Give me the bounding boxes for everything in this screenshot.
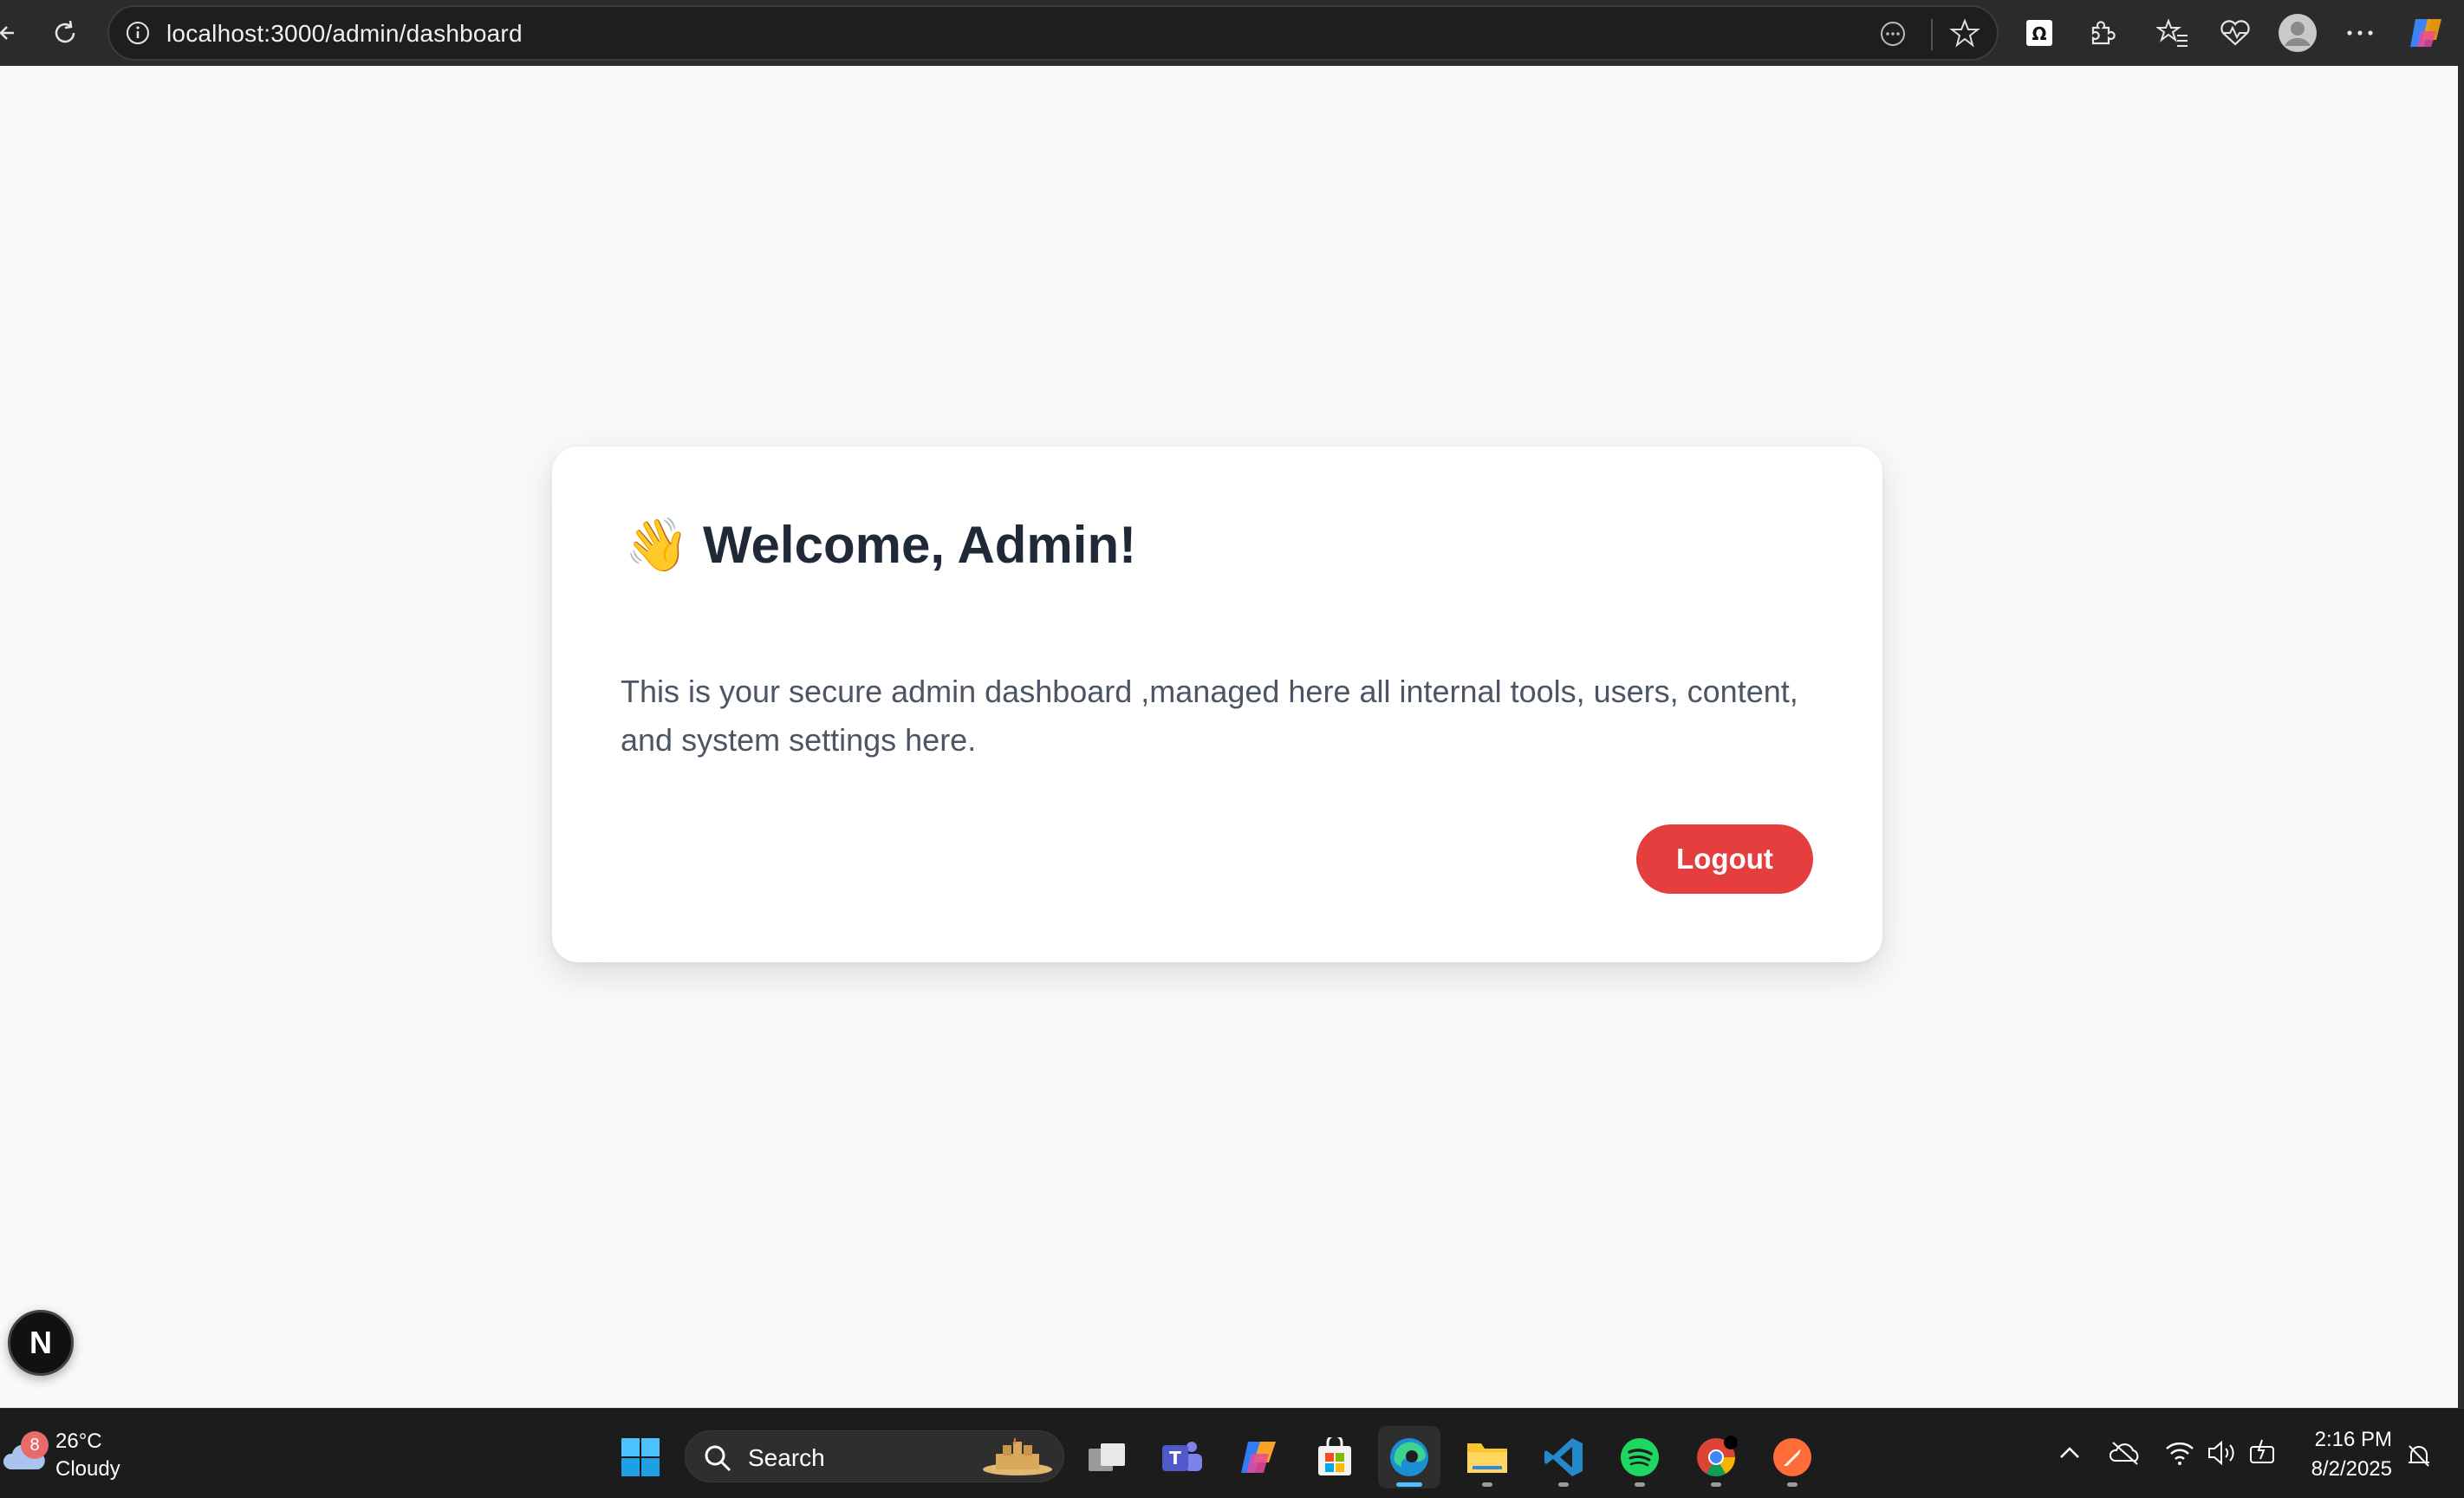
back-icon[interactable] bbox=[0, 11, 31, 55]
welcome-card: 👋 Welcome, Admin! This is your secure ad… bbox=[552, 446, 1882, 962]
running-indicator bbox=[1787, 1482, 1798, 1487]
search-icon bbox=[705, 1445, 731, 1472]
browser-toolbar: localhost:3000/admin/dashboard Ω bbox=[0, 0, 2464, 66]
logout-button[interactable]: Logout bbox=[1636, 824, 1813, 894]
running-indicator bbox=[1711, 1482, 1721, 1487]
favorites-icon[interactable] bbox=[2151, 11, 2194, 55]
window-edge bbox=[2458, 66, 2464, 1408]
volume-icon[interactable] bbox=[2207, 1440, 2238, 1466]
teams-app-icon[interactable]: T bbox=[1151, 1426, 1213, 1488]
nextjs-dev-indicator[interactable]: N bbox=[8, 1310, 74, 1376]
svg-text:T: T bbox=[1169, 1448, 1181, 1469]
vscode-app-icon[interactable] bbox=[1532, 1426, 1595, 1488]
url-text[interactable]: localhost:3000/admin/dashboard bbox=[166, 20, 523, 48]
taskbar: 8 26°C Cloudy Search T 2:16 PM 8/2/2025 bbox=[0, 1408, 2464, 1498]
start-button[interactable] bbox=[609, 1426, 672, 1488]
onedrive-offline-icon[interactable] bbox=[2110, 1440, 2141, 1466]
edge-app-icon[interactable] bbox=[1378, 1426, 1440, 1488]
file-explorer-app-icon[interactable] bbox=[1456, 1426, 1518, 1488]
extensions-icon[interactable] bbox=[2080, 11, 2123, 55]
weather-widget[interactable]: 8 26°C Cloudy bbox=[0, 1430, 130, 1482]
address-bar[interactable]: localhost:3000/admin/dashboard bbox=[107, 5, 1999, 61]
page-title: Welcome, Admin! bbox=[703, 515, 1137, 574]
running-indicator bbox=[1558, 1482, 1569, 1487]
more-icon[interactable] bbox=[2338, 11, 2382, 55]
weather-alert-badge: 8 bbox=[21, 1431, 49, 1459]
favorite-star-icon[interactable] bbox=[1948, 16, 1981, 49]
sandcastle-icon bbox=[983, 1438, 1052, 1475]
card-header: 👋 Welcome, Admin! bbox=[621, 509, 1136, 580]
wifi-icon[interactable] bbox=[2165, 1440, 2194, 1466]
active-indicator bbox=[1396, 1482, 1422, 1487]
address-divider bbox=[1931, 19, 1933, 50]
spotify-app-icon[interactable] bbox=[1609, 1426, 1671, 1488]
running-indicator bbox=[1482, 1482, 1492, 1487]
weather-temperature: 26°C bbox=[55, 1430, 102, 1453]
clock-time[interactable]: 2:16 PM bbox=[2305, 1428, 2392, 1452]
weather-condition: Cloudy bbox=[55, 1457, 120, 1481]
running-indicator bbox=[1635, 1482, 1645, 1487]
chevron-up-icon[interactable] bbox=[2058, 1445, 2081, 1461]
search-label: Search bbox=[748, 1444, 825, 1471]
profile-icon[interactable] bbox=[2276, 11, 2319, 55]
task-view-button[interactable] bbox=[1076, 1426, 1139, 1488]
extension-omega-icon[interactable]: Ω bbox=[2018, 11, 2061, 55]
waving-hand-icon: 👋 bbox=[624, 515, 690, 574]
store-app-icon[interactable] bbox=[1304, 1426, 1366, 1488]
dashboard-description: This is your secure admin dashboard ,man… bbox=[621, 674, 1798, 758]
notification-bell-icon[interactable] bbox=[2406, 1443, 2432, 1469]
copilot-app-icon[interactable] bbox=[1227, 1426, 1290, 1488]
svg-text:Ω: Ω bbox=[2032, 23, 2046, 44]
reader-icon[interactable] bbox=[1877, 18, 1908, 49]
battery-charging-icon[interactable] bbox=[2248, 1438, 2278, 1466]
site-info-icon[interactable] bbox=[123, 18, 153, 48]
taskbar-search[interactable]: Search bbox=[685, 1430, 1064, 1482]
postman-app-icon[interactable] bbox=[1761, 1426, 1824, 1488]
copilot-icon[interactable] bbox=[2404, 11, 2448, 55]
health-icon[interactable] bbox=[2214, 11, 2257, 55]
clock-date[interactable]: 8/2/2025 bbox=[2297, 1457, 2392, 1482]
refresh-icon[interactable] bbox=[43, 11, 87, 55]
chrome-app-icon[interactable] bbox=[1685, 1426, 1747, 1488]
